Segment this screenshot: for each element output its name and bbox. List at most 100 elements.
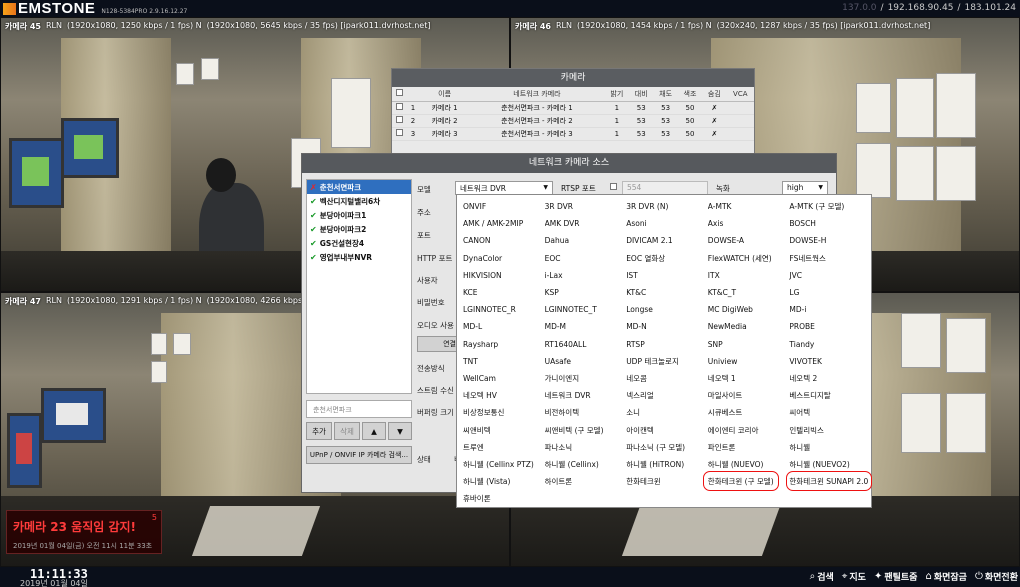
site-item[interactable]: ✔ 영업부내부NVR bbox=[307, 250, 411, 264]
add-button[interactable]: 추가 bbox=[306, 422, 332, 440]
site-item[interactable]: ✔ 벡산디지털밸리6차 bbox=[307, 194, 411, 208]
model-option[interactable]: 하니웰 (Vista) bbox=[463, 473, 545, 490]
table-row[interactable]: 2 카메라 2 춘천서면파크 - 카메라 2 1 53 53 50 ✗ bbox=[392, 114, 754, 128]
model-option[interactable]: 파인트론 bbox=[708, 439, 790, 456]
upnp-search-button[interactable]: UPnP / ONVIF IP 카메라 검색... bbox=[306, 446, 412, 464]
model-option[interactable]: AMK / AMK-2MIP bbox=[463, 215, 545, 232]
row-checkbox[interactable] bbox=[395, 129, 403, 136]
model-option[interactable]: MD-i bbox=[789, 301, 871, 318]
model-option[interactable]: DOWSE-H bbox=[789, 232, 871, 249]
model-option[interactable]: MD-M bbox=[545, 318, 627, 335]
model-option[interactable]: 하니웰 (Cellinx PTZ) bbox=[463, 456, 545, 473]
model-option[interactable]: 하니웰 (HiTRON) bbox=[626, 456, 708, 473]
model-option[interactable]: KT&C_T bbox=[708, 284, 790, 301]
search-button[interactable]: ⌕ 검색 bbox=[810, 570, 834, 583]
model-option[interactable]: Uniview bbox=[708, 353, 790, 370]
model-option[interactable]: A-MTK bbox=[708, 198, 790, 215]
model-option[interactable]: A-MTK (구 모델) bbox=[789, 198, 871, 215]
model-option[interactable]: 네오콤 bbox=[626, 370, 708, 387]
model-option[interactable]: 3R DVR bbox=[545, 198, 627, 215]
model-option[interactable]: HIKVISION bbox=[463, 267, 545, 284]
model-option[interactable]: Asoni bbox=[626, 215, 708, 232]
select-all-checkbox[interactable] bbox=[395, 89, 403, 97]
model-option[interactable]: UAsafe bbox=[545, 353, 627, 370]
model-option[interactable]: FS네트웍스 bbox=[789, 250, 871, 267]
ptz-button[interactable]: ✦ 팬틸트줌 bbox=[874, 570, 918, 583]
model-option[interactable]: EOC bbox=[545, 250, 627, 267]
rtsp-port-input[interactable]: 554 bbox=[622, 181, 708, 195]
site-item[interactable]: ✗ 춘천서면파크 bbox=[307, 180, 411, 194]
site-name-input[interactable]: 춘천서면파크 bbox=[306, 400, 412, 418]
model-option[interactable]: 씨앤비텍 (구 모델) bbox=[545, 421, 627, 438]
model-option[interactable]: MD-N bbox=[626, 318, 708, 335]
model-option[interactable]: MC DigiWeb bbox=[708, 301, 790, 318]
model-option[interactable]: 에이엔티 코리아 bbox=[708, 421, 790, 438]
model-option[interactable]: DOWSE-A bbox=[708, 232, 790, 249]
model-option[interactable]: UDP 테크놀로지 bbox=[626, 353, 708, 370]
model-option[interactable]: LG bbox=[789, 284, 871, 301]
model-option[interactable]: 한화테크윈 bbox=[626, 473, 708, 490]
model-option[interactable]: 네오텍 1 bbox=[708, 370, 790, 387]
model-option[interactable]: JVC bbox=[789, 267, 871, 284]
model-option[interactable]: i-Lax bbox=[545, 267, 627, 284]
site-item[interactable]: ✔ GS건설현장4 bbox=[307, 236, 411, 250]
model-dropdown-list[interactable]: ONVIF 3R DVR 3R DVR (N) A-MTK A-MTK (구 모델) AM… bbox=[456, 194, 872, 508]
model-option[interactable]: KT&C bbox=[626, 284, 708, 301]
model-option[interactable]: NewMedia bbox=[708, 318, 790, 335]
model-option[interactable]: 베스트디지탈 bbox=[789, 387, 871, 404]
model-option[interactable]: FlexWATCH (세연) bbox=[708, 250, 790, 267]
model-option[interactable]: AMK DVR bbox=[545, 215, 627, 232]
model-option[interactable]: 넥스리얼 bbox=[626, 387, 708, 404]
model-option[interactable]: SNP bbox=[708, 336, 790, 353]
move-down-button[interactable]: ▼ bbox=[388, 422, 412, 440]
model-option[interactable]: ONVIF bbox=[463, 198, 545, 215]
table-row[interactable]: 3 카메라 3 춘천서면파크 - 카메라 3 1 53 53 50 ✗ bbox=[392, 127, 754, 141]
model-option[interactable]: ITX bbox=[708, 267, 790, 284]
map-button[interactable]: ⌖ 지도 bbox=[842, 570, 866, 583]
model-option[interactable]: 비전하이텍 bbox=[545, 404, 627, 421]
model-option[interactable]: EOC 열화상 bbox=[626, 250, 708, 267]
model-option[interactable]: DIVICAM 2.1 bbox=[626, 232, 708, 249]
model-option[interactable]: Tiandy bbox=[789, 336, 871, 353]
model-option[interactable]: 하니웰 bbox=[789, 439, 871, 456]
site-item[interactable]: ✔ 분당아이파크2 bbox=[307, 222, 411, 236]
model-option[interactable]: Dahua bbox=[545, 232, 627, 249]
model-option[interactable]: LGINNOTEC_T bbox=[545, 301, 627, 318]
model-option[interactable]: IST bbox=[626, 267, 708, 284]
model-option[interactable]: 소니 bbox=[626, 404, 708, 421]
model-option[interactable]: KCE bbox=[463, 284, 545, 301]
model-option[interactable]: 파나소닉 (구 모델) bbox=[626, 439, 708, 456]
model-option[interactable]: PROBE bbox=[789, 318, 871, 335]
model-option[interactable]: KSP bbox=[545, 284, 627, 301]
model-option[interactable]: 휴바이론 bbox=[463, 490, 545, 507]
site-list[interactable]: ✗ 춘천서면파크 ✔ 벡산디지털밸리6차 ✔ 분당아이파크1 ✔ 분당아이파크2 ✔ GS… bbox=[306, 179, 412, 394]
table-row[interactable]: 1 카메라 1 춘천서면파크 - 카메라 1 1 53 53 50 ✗ bbox=[392, 101, 754, 115]
model-option[interactable]: 인텔리빅스 bbox=[789, 421, 871, 438]
connect-button[interactable]: 연결 bbox=[417, 336, 461, 352]
model-select[interactable]: 네트워크 DVR ▼ bbox=[455, 181, 553, 195]
model-option[interactable]: Axis bbox=[708, 215, 790, 232]
model-option[interactable]: CANON bbox=[463, 232, 545, 249]
model-option[interactable]: VIVOTEK bbox=[789, 353, 871, 370]
model-option[interactable]: 네트워크 DVR bbox=[545, 387, 627, 404]
model-option[interactable]: 하니웰 (Cellinx) bbox=[545, 456, 627, 473]
model-option[interactable]: 씨앤비텍 bbox=[463, 421, 545, 438]
model-option[interactable]: 시큐베스트 bbox=[708, 404, 790, 421]
model-option[interactable]: RTSP bbox=[626, 336, 708, 353]
model-option[interactable]: WellCam bbox=[463, 370, 545, 387]
model-option[interactable]: 네오텍 HV bbox=[463, 387, 545, 404]
model-option[interactable]: BOSCH bbox=[789, 215, 871, 232]
model-option[interactable]: 마일사이트 bbox=[708, 387, 790, 404]
motion-alarm-popup[interactable]: 5 카메라 23 움직임 감지! 2019년 01월 04일(금) 오전 11시… bbox=[6, 510, 162, 554]
model-option[interactable]: MD-L bbox=[463, 318, 545, 335]
model-option[interactable]: 3R DVR (N) bbox=[626, 198, 708, 215]
model-option[interactable]: 하이트론 bbox=[545, 473, 627, 490]
row-checkbox[interactable] bbox=[395, 116, 403, 123]
model-option[interactable]: TNT bbox=[463, 353, 545, 370]
model-option[interactable]: 파나소닉 bbox=[545, 439, 627, 456]
model-option[interactable]: Raysharp bbox=[463, 336, 545, 353]
site-item[interactable]: ✔ 분당아이파크1 bbox=[307, 208, 411, 222]
delete-button[interactable]: 삭제 bbox=[334, 422, 360, 440]
model-option[interactable]: 네오텍 2 bbox=[789, 370, 871, 387]
model-option[interactable]: 트루엔 bbox=[463, 439, 545, 456]
